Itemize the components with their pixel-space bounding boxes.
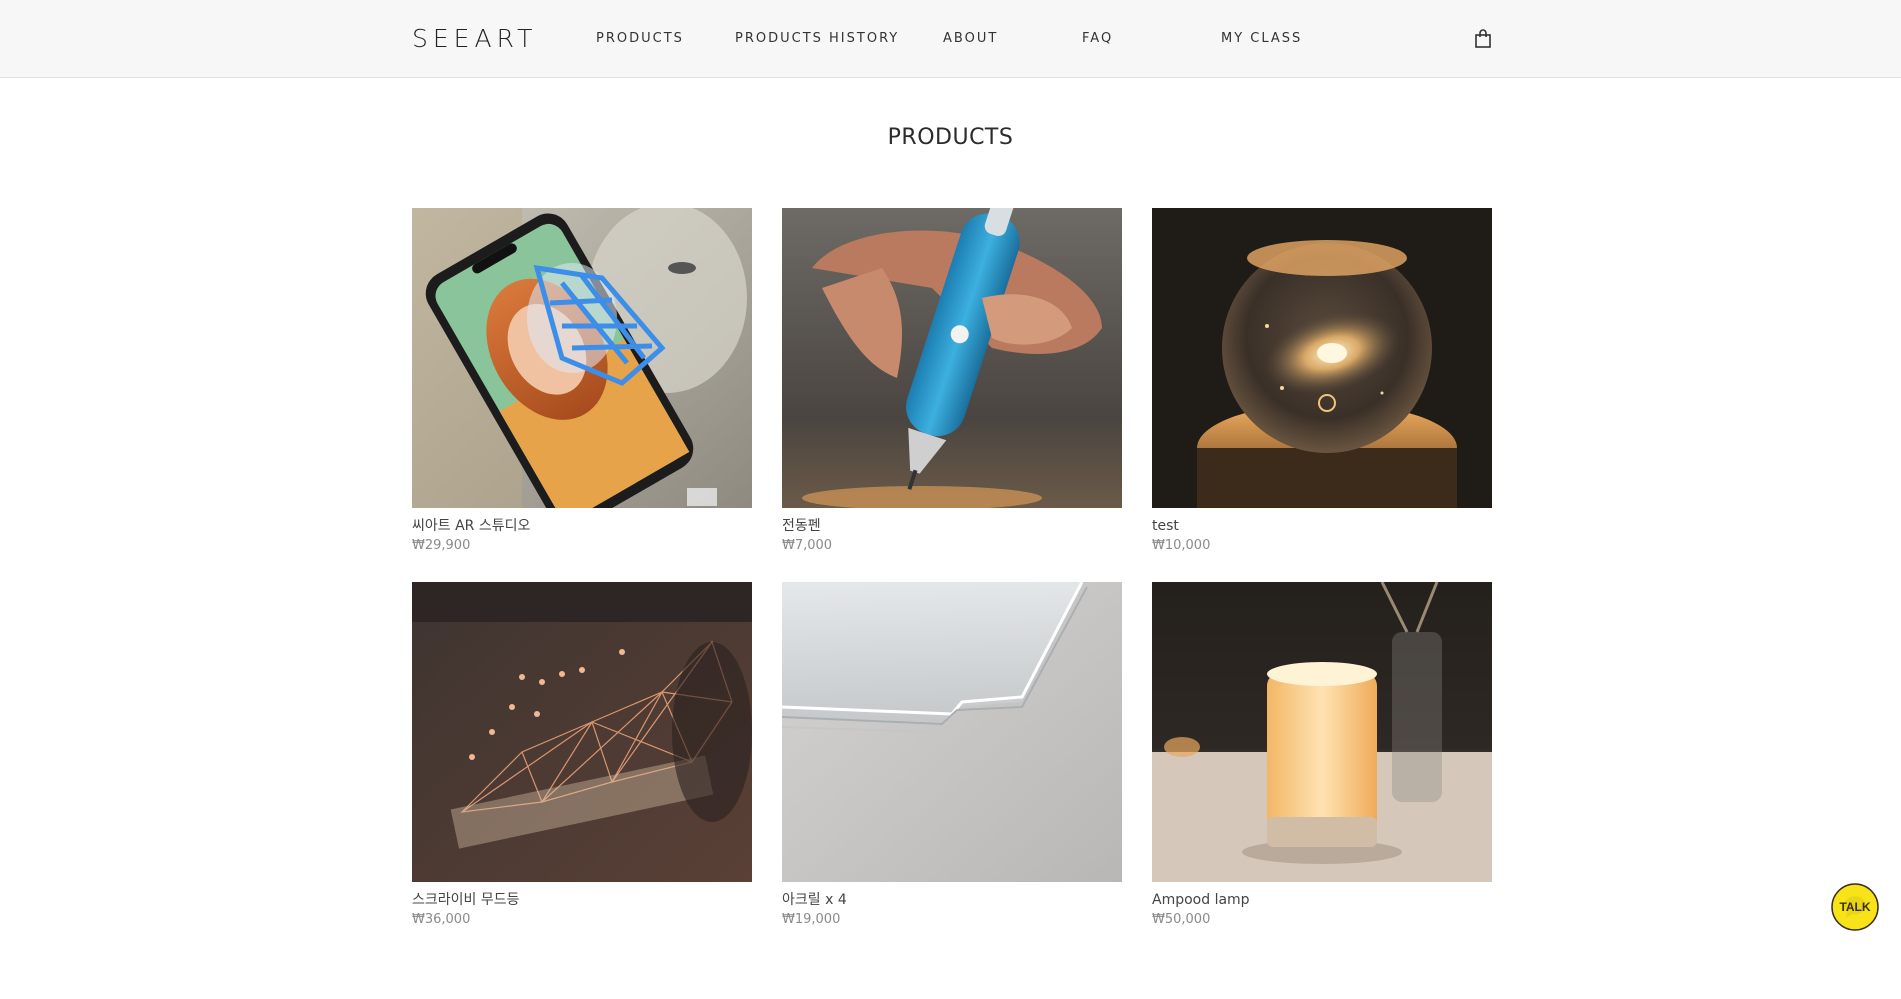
product-price: ₩36,000 xyxy=(412,912,471,927)
nav-products[interactable]: PRODUCTS xyxy=(596,31,684,47)
nav-about[interactable]: ABOUT xyxy=(943,31,998,47)
product-name[interactable]: test xyxy=(1152,517,1492,535)
product-image[interactable] xyxy=(412,208,752,508)
product-price: ₩10,000 xyxy=(1152,538,1211,553)
nav-products-history[interactable]: PRODUCTS HISTORY xyxy=(735,31,899,47)
product-name[interactable]: Ampood lamp xyxy=(1152,891,1492,909)
product-image[interactable] xyxy=(1152,582,1492,882)
product-image[interactable] xyxy=(782,208,1122,508)
nav-my-class[interactable]: MY CLASS xyxy=(1221,31,1302,47)
site-logo[interactable]: SEEART xyxy=(412,24,537,54)
product-price: ₩19,000 xyxy=(782,912,841,927)
product-name[interactable]: 스크라이비 무드등 xyxy=(412,891,752,909)
product-image[interactable] xyxy=(412,582,752,882)
product-image[interactable] xyxy=(782,582,1122,882)
product-card[interactable]: Ampood lamp ₩50,000 xyxy=(1152,582,1492,928)
product-image[interactable] xyxy=(1152,208,1492,508)
site-header: SEEART PRODUCTS PRODUCTS HISTORY ABOUT F… xyxy=(0,0,1901,78)
product-name[interactable]: 씨아트 AR 스튜디오 xyxy=(412,517,752,535)
product-card[interactable]: 스크라이비 무드등 ₩36,000 xyxy=(412,582,752,928)
nav-faq[interactable]: FAQ xyxy=(1082,31,1113,47)
product-card[interactable]: test ₩10,000 xyxy=(1152,208,1492,554)
product-card[interactable]: 전동펜 ₩7,000 xyxy=(782,208,1122,554)
shopping-bag-icon[interactable] xyxy=(1474,29,1492,49)
product-price: ₩7,000 xyxy=(782,538,833,553)
product-name[interactable]: 전동펜 xyxy=(782,517,1122,535)
talk-chat-button[interactable]: TALK xyxy=(1830,882,1880,932)
product-price: ₩29,900 xyxy=(412,538,471,553)
product-card[interactable]: 아크릴 x 4 ₩19,000 xyxy=(782,582,1122,928)
product-name[interactable]: 아크릴 x 4 xyxy=(782,891,1122,909)
page-title: PRODUCTS xyxy=(887,125,1014,150)
talk-label: TALK xyxy=(1839,900,1870,914)
product-card[interactable]: 씨아트 AR 스튜디오 ₩29,900 xyxy=(412,208,752,554)
product-price: ₩50,000 xyxy=(1152,912,1211,927)
